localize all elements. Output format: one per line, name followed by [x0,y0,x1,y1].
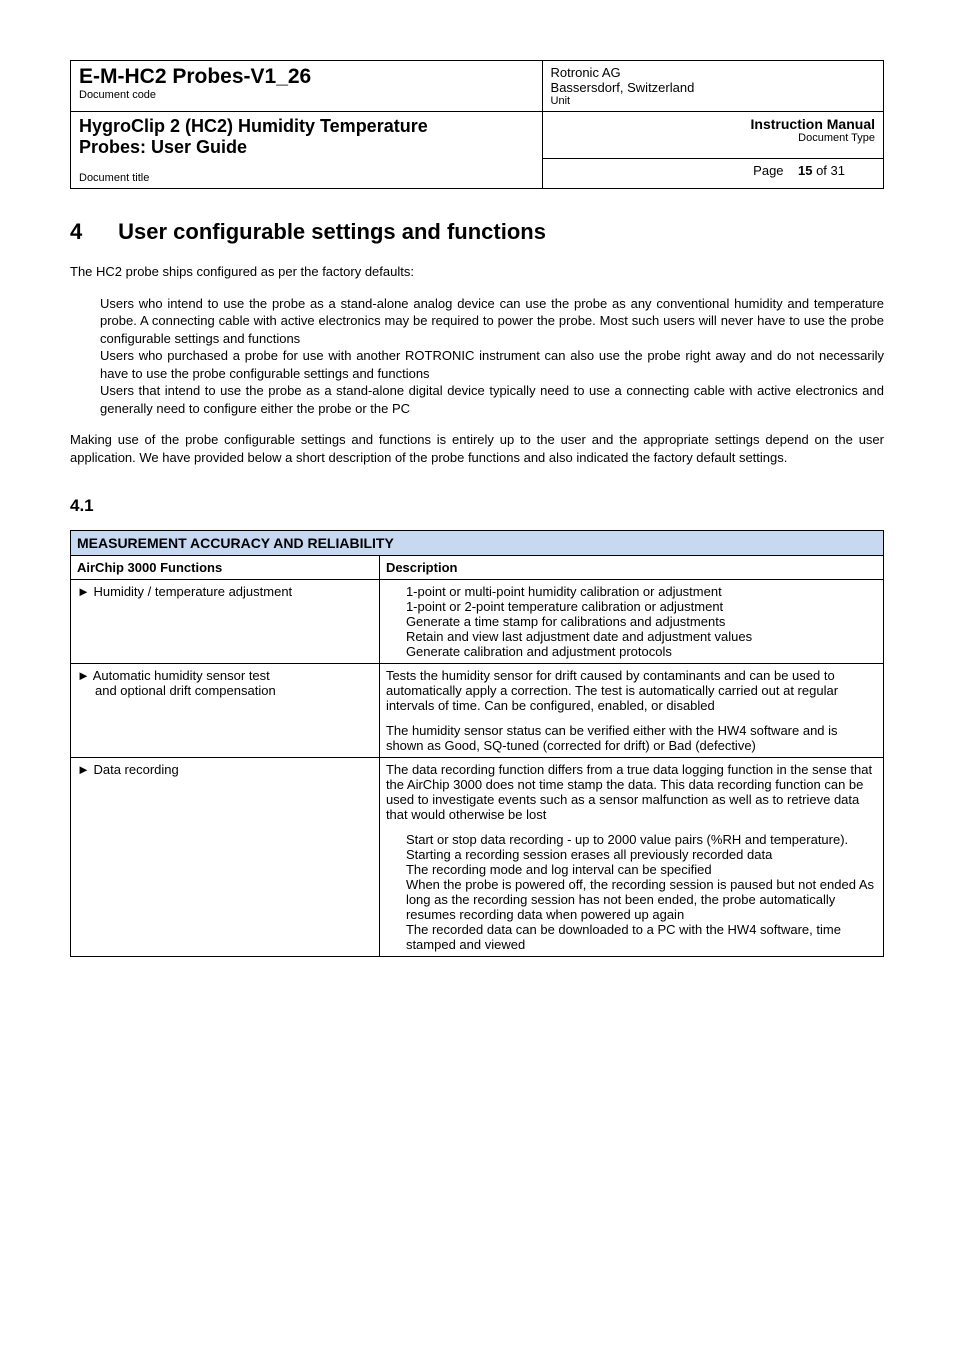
document-code: E-M-HC2 Probes-V1_26 [79,65,534,89]
table-row: ► Humidity / temperature adjustment 1-po… [71,580,884,664]
description-bullet: When the probe is powered off, the recor… [406,877,877,922]
section-title: User configurable settings and functions [118,219,546,244]
document-type-label: Document Type [551,132,875,144]
instruction-manual-label: Instruction Manual [551,116,875,132]
section-heading: 4 User configurable settings and functio… [70,219,884,245]
subsection-number: 4.1 [70,496,884,516]
intro-bullets: Users who intend to use the probe as a s… [100,295,884,418]
description-line: 1-point or multi-point humidity calibrat… [406,584,877,599]
table-title: MEASUREMENT ACCURACY AND RELIABILITY [71,531,884,556]
function-line: and optional drift compensation [77,683,373,698]
bullet-item: Users that intend to use the probe as a … [100,382,884,417]
description-line: Retain and view last adjustment date and… [406,629,877,644]
description-bullet: The recording mode and log interval can … [406,862,877,877]
description-paragraph: Tests the humidity sensor for drift caus… [386,668,877,713]
bullet-item: Users who purchased a probe for use with… [100,347,884,382]
table-header-description: Description [379,556,883,580]
bullet-item: Users who intend to use the probe as a s… [100,295,884,348]
table-row: ► Automatic humidity sensor test and opt… [71,664,884,758]
description-paragraph: The data recording function differs from… [386,762,877,822]
unit-label: Unit [551,95,875,107]
table-header-functions: AirChip 3000 Functions [71,556,380,580]
description-cell: Tests the humidity sensor for drift caus… [379,664,883,758]
description-line: 1-point or 2-point temperature calibrati… [406,599,877,614]
function-cell: ► Humidity / temperature adjustment [71,580,380,664]
document-title-label: Document title [79,172,534,184]
description-line: Generate a time stamp for calibrations a… [406,614,877,629]
document-title-line1: HygroClip 2 (HC2) Humidity Temperature [79,116,534,137]
table-row: ► Data recording The data recording func… [71,758,884,957]
page-number: 15 [798,163,812,178]
description-line: Generate calibration and adjustment prot… [406,644,877,659]
document-code-label: Document code [79,89,534,101]
paragraph-text: Making use of the probe configurable set… [70,431,884,466]
company-location: Bassersdorf, Switzerland [551,80,875,95]
features-table: MEASUREMENT ACCURACY AND RELIABILITY Air… [70,530,884,957]
description-bullet: Start or stop data recording - up to 200… [406,832,877,862]
company-name: Rotronic AG [551,65,875,80]
description-bullet: The recorded data can be downloaded to a… [406,922,877,952]
function-cell: ► Automatic humidity sensor test and opt… [71,664,380,758]
intro-text: The HC2 probe ships configured as per th… [70,263,884,281]
table-title-row: MEASUREMENT ACCURACY AND RELIABILITY [71,531,884,556]
header-info-table: E-M-HC2 Probes-V1_26 Document code Rotro… [70,60,884,189]
function-line: ► Automatic humidity sensor test [77,668,373,683]
function-cell: ► Data recording [71,758,380,957]
table-header-row: AirChip 3000 Functions Description [71,556,884,580]
document-title-line2: Probes: User Guide [79,137,534,158]
description-paragraph: The humidity sensor status can be verifi… [386,723,877,753]
page-container: E-M-HC2 Probes-V1_26 Document code Rotro… [0,0,954,997]
page-label: Page [753,163,783,178]
description-cell: The data recording function differs from… [379,758,883,957]
page-of-total: of 31 [812,163,845,178]
page-indicator: Page 15 of 31 [551,163,875,178]
description-cell: 1-point or multi-point humidity calibrat… [379,580,883,664]
section-number: 4 [70,219,112,245]
